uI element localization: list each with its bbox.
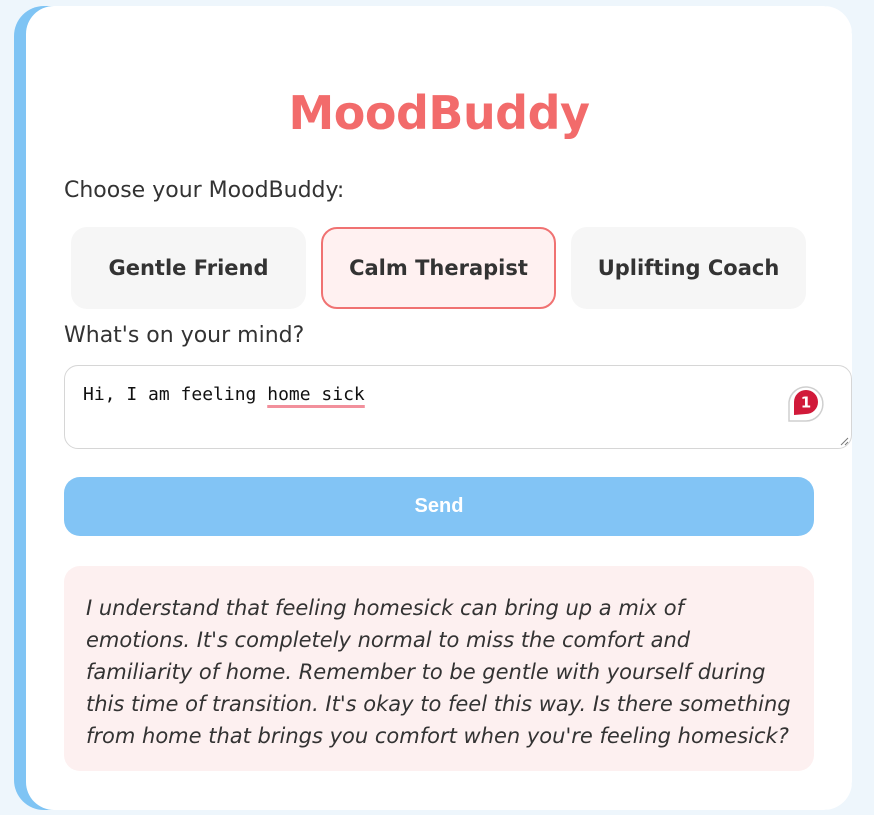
spellcheck-flagged-word[interactable]: home sick [267,384,365,405]
app-card: MoodBuddy Choose your MoodBuddy: Gentle … [26,6,852,810]
persona-gentle-friend-button[interactable]: Gentle Friend [71,227,306,309]
message-input[interactable]: Hi, I am feeling home sick 1 [64,365,852,449]
persona-calm-therapist-button[interactable]: Calm Therapist [321,227,556,309]
resize-handle-icon[interactable] [839,436,849,446]
send-button[interactable]: Send [64,477,814,536]
spellcheck-count: 1 [801,394,811,412]
message-text-plain: Hi, I am feeling [83,384,268,405]
app-card-frame: MoodBuddy Choose your MoodBuddy: Gentle … [14,6,852,810]
page-title: MoodBuddy [288,86,590,140]
response-message: I understand that feeling homesick can b… [64,566,814,771]
persona-label: Choose your MoodBuddy: [64,178,345,203]
message-text: Hi, I am feeling home sick [83,384,365,405]
spellcheck-badge[interactable]: 1 [785,381,827,423]
message-label: What's on your mind? [64,323,305,348]
spellcheck-badge-icon: 1 [788,386,824,422]
persona-uplifting-coach-button[interactable]: Uplifting Coach [571,227,806,309]
